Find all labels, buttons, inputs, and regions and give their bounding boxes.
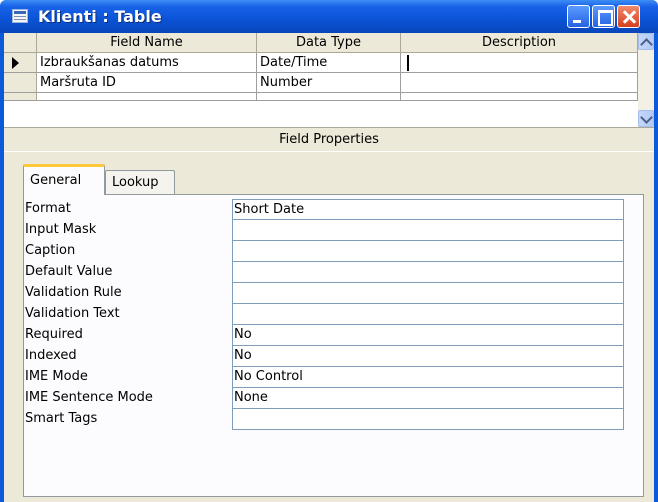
property-row: Validation Rule bbox=[24, 283, 644, 304]
property-value-field[interactable] bbox=[232, 304, 624, 325]
scroll-down-arrow-icon[interactable] bbox=[638, 110, 654, 127]
column-header-data-type[interactable]: Data Type bbox=[257, 33, 401, 53]
table-row: Izbraukšanas datums Date/Time bbox=[4, 53, 638, 73]
property-label: IME Sentence Mode bbox=[25, 390, 153, 405]
minimize-button[interactable] bbox=[567, 5, 590, 28]
row-selector[interactable] bbox=[4, 53, 37, 73]
row-selector[interactable] bbox=[4, 73, 37, 93]
general-tab-panel: Format Short Date Input Mask Caption Def… bbox=[23, 194, 644, 497]
data-type-cell[interactable] bbox=[257, 93, 401, 101]
field-name-cell[interactable] bbox=[37, 93, 257, 101]
property-row: Input Mask bbox=[24, 220, 644, 241]
property-row: Format Short Date bbox=[24, 199, 644, 220]
current-row-pointer-icon bbox=[12, 57, 19, 69]
property-value-field[interactable] bbox=[232, 220, 624, 241]
property-value-field[interactable]: None bbox=[232, 388, 624, 409]
property-value-field[interactable]: Short Date bbox=[232, 199, 624, 220]
data-type-cell[interactable]: Date/Time bbox=[257, 53, 401, 73]
property-label: Validation Text bbox=[25, 306, 120, 321]
grid-vertical-scrollbar[interactable] bbox=[638, 33, 654, 127]
property-label: IME Mode bbox=[25, 369, 88, 384]
field-properties-label: Field Properties bbox=[4, 127, 654, 151]
property-value-field[interactable] bbox=[232, 262, 624, 283]
description-cell[interactable] bbox=[401, 53, 638, 73]
property-label: Default Value bbox=[25, 264, 113, 279]
field-name-cell[interactable]: Izbraukšanas datums bbox=[37, 53, 257, 73]
column-header-field-name[interactable]: Field Name bbox=[37, 33, 257, 53]
table-icon[interactable] bbox=[12, 9, 28, 23]
field-name-cell[interactable]: Maršruta ID bbox=[37, 73, 257, 93]
scroll-up-arrow-icon[interactable] bbox=[638, 33, 654, 50]
tab-general[interactable]: General bbox=[23, 164, 105, 195]
property-value-field[interactable]: No bbox=[232, 325, 624, 346]
property-row: IME Mode No Control bbox=[24, 367, 644, 388]
text-caret bbox=[407, 55, 409, 71]
property-label: Input Mask bbox=[25, 222, 97, 237]
data-type-cell[interactable]: Number bbox=[257, 73, 401, 93]
property-value-field[interactable] bbox=[232, 283, 624, 304]
tab-lookup[interactable]: Lookup bbox=[105, 170, 175, 195]
description-cell[interactable] bbox=[401, 73, 638, 93]
column-header-description[interactable]: Description bbox=[401, 33, 638, 53]
property-label: Required bbox=[25, 327, 83, 342]
property-value-field[interactable] bbox=[232, 409, 624, 430]
window-client-area: Field Name Data Type Description Izbrauk… bbox=[4, 33, 654, 502]
property-row: Default Value bbox=[24, 262, 644, 283]
property-label: Indexed bbox=[25, 348, 77, 363]
property-row: Required No bbox=[24, 325, 644, 346]
description-cell[interactable] bbox=[401, 93, 638, 101]
table-design-window: Klienti : Table Field Name Data Type Des… bbox=[0, 0, 658, 502]
property-row: Caption bbox=[24, 241, 644, 262]
property-label: Format bbox=[25, 201, 71, 216]
table-row: Maršruta ID Number bbox=[4, 73, 638, 93]
property-value-field[interactable]: No bbox=[232, 346, 624, 367]
row-selector[interactable] bbox=[4, 93, 37, 101]
property-row: Indexed No bbox=[24, 346, 644, 367]
close-button[interactable] bbox=[617, 5, 640, 28]
property-value-field[interactable]: No Control bbox=[232, 367, 624, 388]
field-grid: Field Name Data Type Description Izbrauk… bbox=[4, 33, 654, 127]
property-row: IME Sentence Mode None bbox=[24, 388, 644, 409]
field-properties-pane: General Lookup Format Short Date Input M… bbox=[4, 151, 654, 502]
table-row-partial bbox=[4, 93, 638, 127]
maximize-button[interactable] bbox=[592, 5, 615, 28]
property-value-field[interactable] bbox=[232, 241, 624, 262]
title-bar[interactable]: Klienti : Table bbox=[0, 0, 658, 33]
property-row: Smart Tags bbox=[24, 409, 644, 430]
property-label: Caption bbox=[25, 243, 76, 258]
property-label: Validation Rule bbox=[25, 285, 122, 300]
property-label: Smart Tags bbox=[25, 411, 98, 426]
window-title: Klienti : Table bbox=[38, 7, 162, 26]
row-selector-header bbox=[4, 33, 37, 53]
grid-header-row: Field Name Data Type Description bbox=[4, 33, 638, 53]
property-row: Validation Text bbox=[24, 304, 644, 325]
